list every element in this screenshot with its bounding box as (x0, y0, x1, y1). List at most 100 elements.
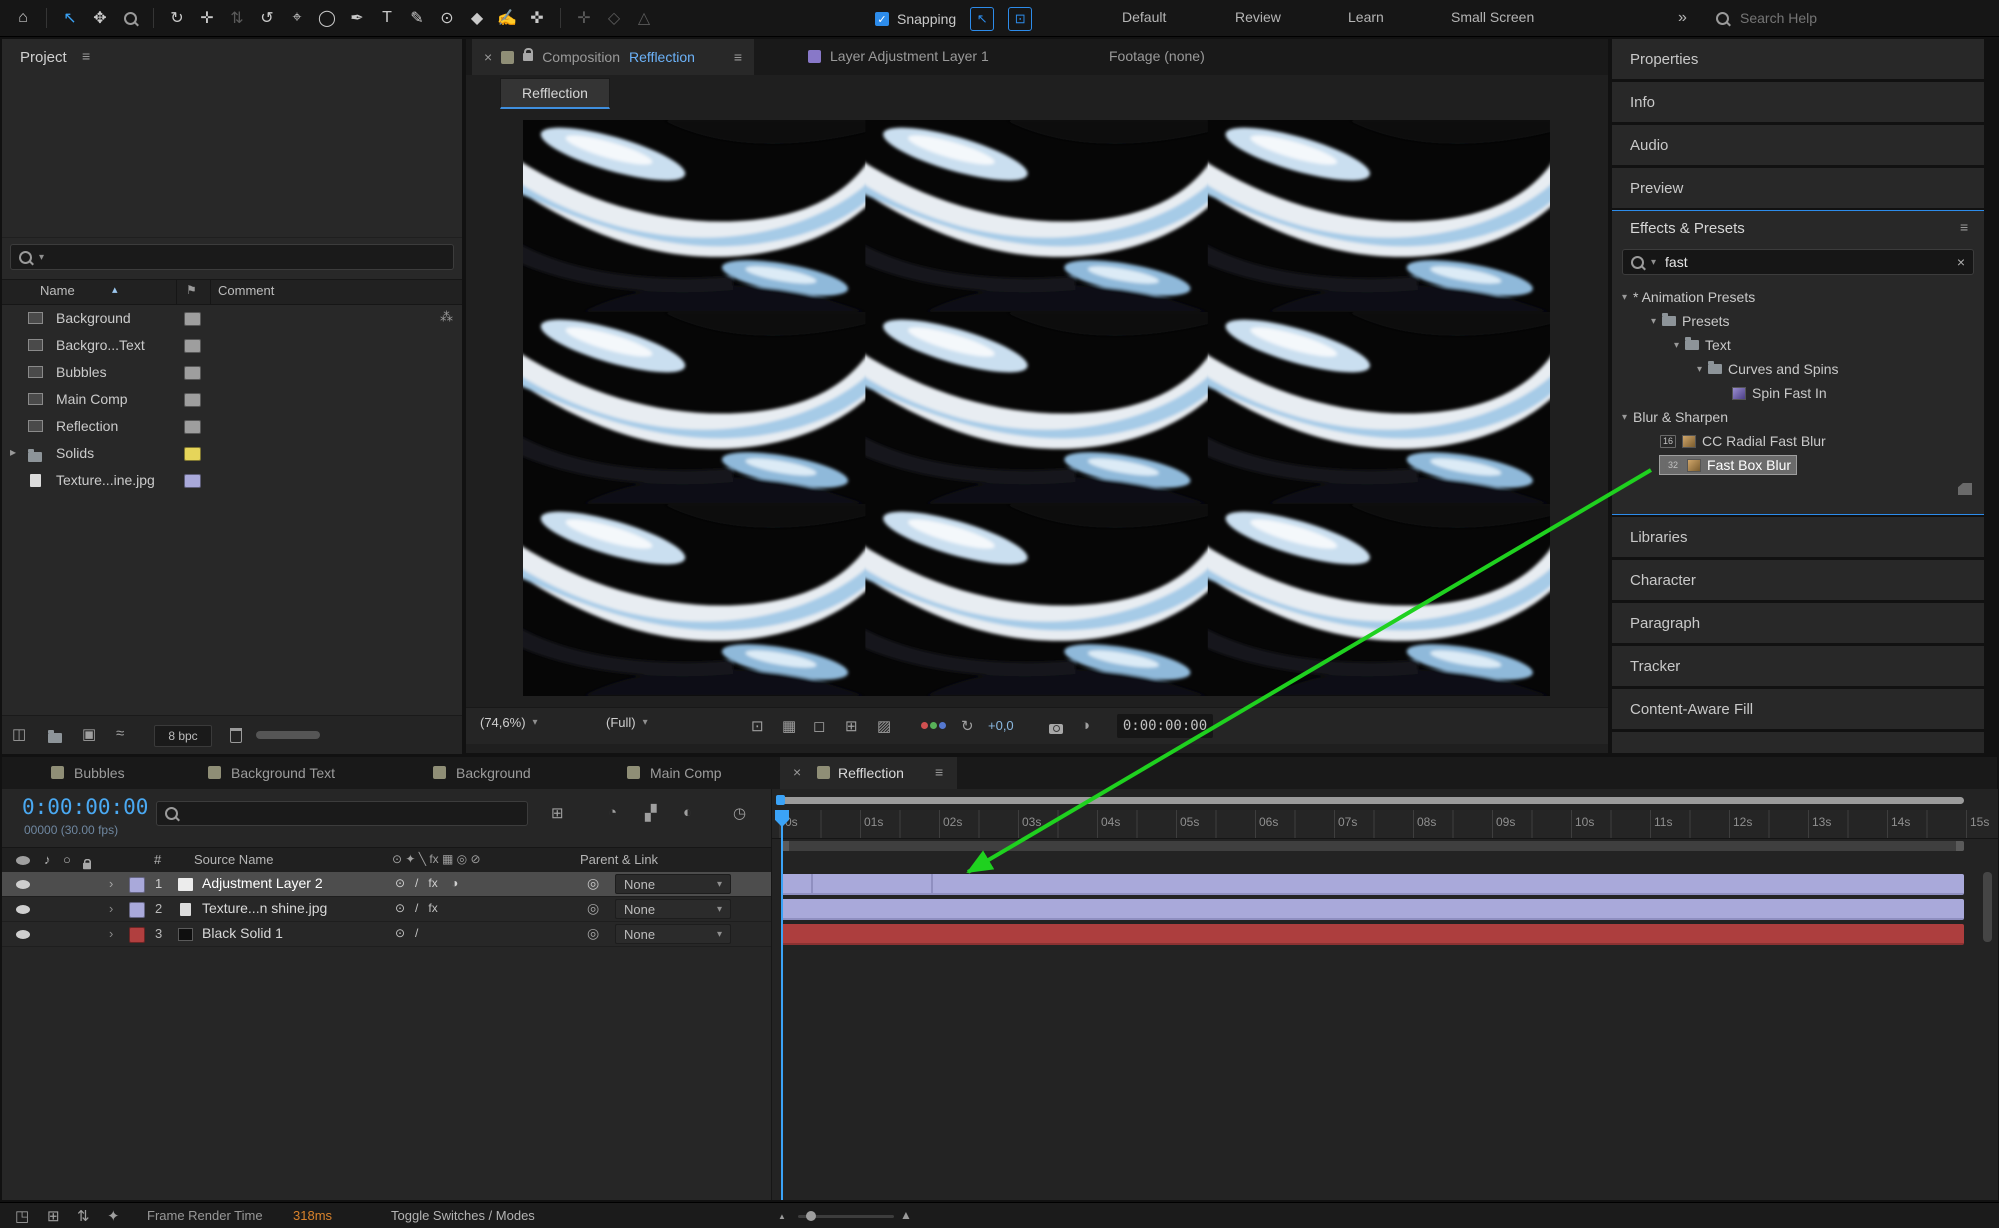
column-name[interactable]: Name (40, 283, 75, 298)
panel-header-content-aware-fill[interactable]: Content-Aware Fill (1612, 689, 1984, 729)
exposure-offset-value[interactable]: +0,0 (988, 718, 1014, 733)
panel-menu-icon[interactable]: ≡ (734, 49, 742, 65)
layer-bar-adjustment[interactable] (781, 874, 1964, 895)
layer-switches[interactable]: ⊙ / (395, 926, 418, 940)
snap-features-icon[interactable]: ⊡ (1008, 7, 1032, 31)
snap-edges-icon[interactable]: ↖ (970, 7, 994, 31)
close-icon[interactable]: × (484, 49, 492, 65)
panel-header-libraries[interactable]: Libraries (1612, 517, 1984, 557)
parent-dropdown[interactable]: None ▾ (615, 924, 731, 944)
layer-row-1[interactable]: › 1 Adjustment Layer 2 ⊙ / fx ◑ ◎ None ▾ (2, 872, 771, 897)
panel-header-paragraph[interactable]: Paragraph (1612, 603, 1984, 643)
pickwhip-icon[interactable]: ◎ (587, 925, 599, 942)
eraser-tool-icon[interactable]: ◆ (462, 5, 492, 31)
layer-bar-black-solid[interactable] (781, 924, 1964, 945)
new-composition-icon[interactable]: ▣ (82, 725, 96, 743)
lock-column-icon[interactable] (83, 863, 91, 869)
waveform-icon[interactable]: ≈ (116, 725, 124, 742)
column-parent-link[interactable]: Parent & Link (580, 852, 658, 867)
graph-editor-icon[interactable]: ⊞ (47, 1207, 60, 1225)
current-time-indicator-line[interactable] (781, 810, 783, 1200)
disclosure-triangle-icon[interactable]: › (109, 901, 113, 916)
vertical-scrollbar[interactable] (1983, 872, 1992, 942)
choose-view-icon[interactable]: ⊡ (751, 717, 764, 735)
viewer-subtab-refflection[interactable]: Refflection (500, 78, 610, 109)
zoom-out-mountain-icon[interactable]: ▲ (778, 1212, 786, 1221)
disclosure-triangle-icon[interactable]: › (109, 926, 113, 941)
navigator-cti-marker[interactable] (776, 795, 785, 805)
timeline-tab-refflection[interactable]: × Refflection ≡ (780, 757, 957, 789)
label-color-swatch[interactable] (184, 474, 201, 488)
rotation-tool-icon[interactable]: ↺ (252, 5, 282, 31)
layer-visibility-eye-icon[interactable] (16, 930, 30, 939)
interpret-footage-icon[interactable]: ◫ (12, 725, 26, 743)
panel-menu-icon[interactable]: ≡ (935, 764, 943, 780)
label-color-swatch[interactable] (184, 393, 201, 407)
panel-header-character[interactable]: Character (1612, 560, 1984, 600)
shape-tool-icon[interactable]: ◯ (312, 5, 342, 31)
panel-header-preview[interactable]: Preview (1612, 168, 1984, 208)
label-color-swatch[interactable] (184, 339, 201, 353)
snapshot-camera-icon[interactable] (1049, 724, 1063, 734)
toggle-switches-modes-button[interactable]: Toggle Switches / Modes (391, 1208, 535, 1223)
timeline-zoom-slider-knob[interactable] (806, 1211, 816, 1221)
project-item-row[interactable]: Bubbles (2, 359, 462, 386)
sort-ascending-icon[interactable]: ▴ (112, 283, 118, 296)
project-item-row[interactable]: Texture...ine.jpg (2, 467, 462, 494)
snapping-checkbox[interactable]: ✓ (875, 12, 889, 26)
work-area-bar[interactable] (781, 841, 1964, 851)
project-search-input[interactable] (51, 248, 445, 266)
brush-tool-icon[interactable]: ✎ (402, 5, 432, 31)
layer-row-3[interactable]: › 3 Black Solid 1 ⊙ / ◎ None ▾ (2, 922, 771, 947)
hand-tool-icon[interactable]: ✥ (85, 5, 115, 31)
tree-item-presets[interactable]: ▾ Presets (1612, 309, 1984, 333)
layer-label-color[interactable] (129, 902, 145, 918)
solo-column-icon[interactable]: ○ (63, 852, 71, 867)
layer-switches[interactable]: ⊙ / fx (395, 901, 438, 915)
timeline-navigator-bar[interactable] (781, 797, 1964, 804)
tree-item-animation-presets[interactable]: ▾ * Animation Presets (1612, 285, 1984, 309)
parent-dropdown[interactable]: None ▾ (615, 899, 731, 919)
help-search-input[interactable] (1738, 9, 1892, 27)
expand-collapse-icon[interactable]: ⇅ (77, 1207, 90, 1225)
puppet-tool-icon[interactable]: ✜ (522, 5, 552, 31)
zoom-tool-icon[interactable] (115, 5, 145, 31)
panel-header-properties[interactable]: Properties (1612, 39, 1984, 79)
axis-mode-icon[interactable]: △ (629, 5, 659, 31)
project-item-row[interactable]: Background ⁂ (2, 305, 462, 332)
caret-down-icon[interactable]: ▾ (1622, 412, 1627, 423)
label-color-swatch[interactable] (184, 366, 201, 380)
panel-menu-icon[interactable]: ≡ (1960, 219, 1968, 235)
new-folder-icon[interactable] (48, 733, 62, 743)
timeline-search-input[interactable] (185, 805, 519, 823)
show-snapshot-icon[interactable]: ◑ (1081, 717, 1090, 734)
tree-item-cc-radial-fast-blur[interactable]: 16 CC Radial Fast Blur (1612, 429, 1984, 453)
hide-shy-layers-icon[interactable]: ▞ (645, 804, 657, 822)
audio-column-speaker-icon[interactable]: ♪ (44, 852, 51, 867)
disclosure-triangle-icon[interactable]: › (109, 876, 113, 891)
frame-blending-icon[interactable]: ◐ (683, 804, 692, 821)
axis-mode-icon[interactable]: ✛ (569, 5, 599, 31)
workspace-review[interactable]: Review (1235, 9, 1281, 25)
dolly-camera-tool-icon[interactable]: ⇅ (222, 5, 252, 31)
layer-name[interactable]: Adjustment Layer 2 (202, 875, 323, 891)
horizontal-scrollbar[interactable] (256, 731, 320, 739)
project-panel-menu-icon[interactable]: ≡ (82, 48, 90, 64)
reset-exposure-icon[interactable]: ↻ (961, 717, 974, 735)
tab-footage[interactable]: Footage (none) (1109, 48, 1205, 64)
search-options-caret-icon[interactable]: ▾ (39, 252, 44, 263)
parent-dropdown[interactable]: None ▾ (615, 874, 731, 894)
layer-label-color[interactable] (129, 877, 145, 893)
column-comment[interactable]: Comment (218, 283, 274, 298)
composition-mini-flowchart-icon[interactable]: ⊞ (551, 804, 564, 822)
tab-layer[interactable]: Layer Adjustment Layer 1 (830, 48, 989, 64)
viewer-timecode[interactable]: 0:00:00:00 (1117, 714, 1213, 738)
axis-mode-icon[interactable]: ◇ (599, 5, 629, 31)
close-icon[interactable]: × (793, 764, 801, 780)
layer-visibility-eye-icon[interactable] (16, 905, 30, 914)
project-item-row[interactable]: Backgro...Text (2, 332, 462, 359)
effects-search-field[interactable]: ▾ × (1622, 249, 1974, 275)
layer-name[interactable]: Texture...n shine.jpg (202, 900, 327, 916)
zoom-in-mountain-icon[interactable]: ▲ (900, 1208, 912, 1222)
timeline-tab-background-text[interactable]: Background Text (231, 765, 335, 781)
